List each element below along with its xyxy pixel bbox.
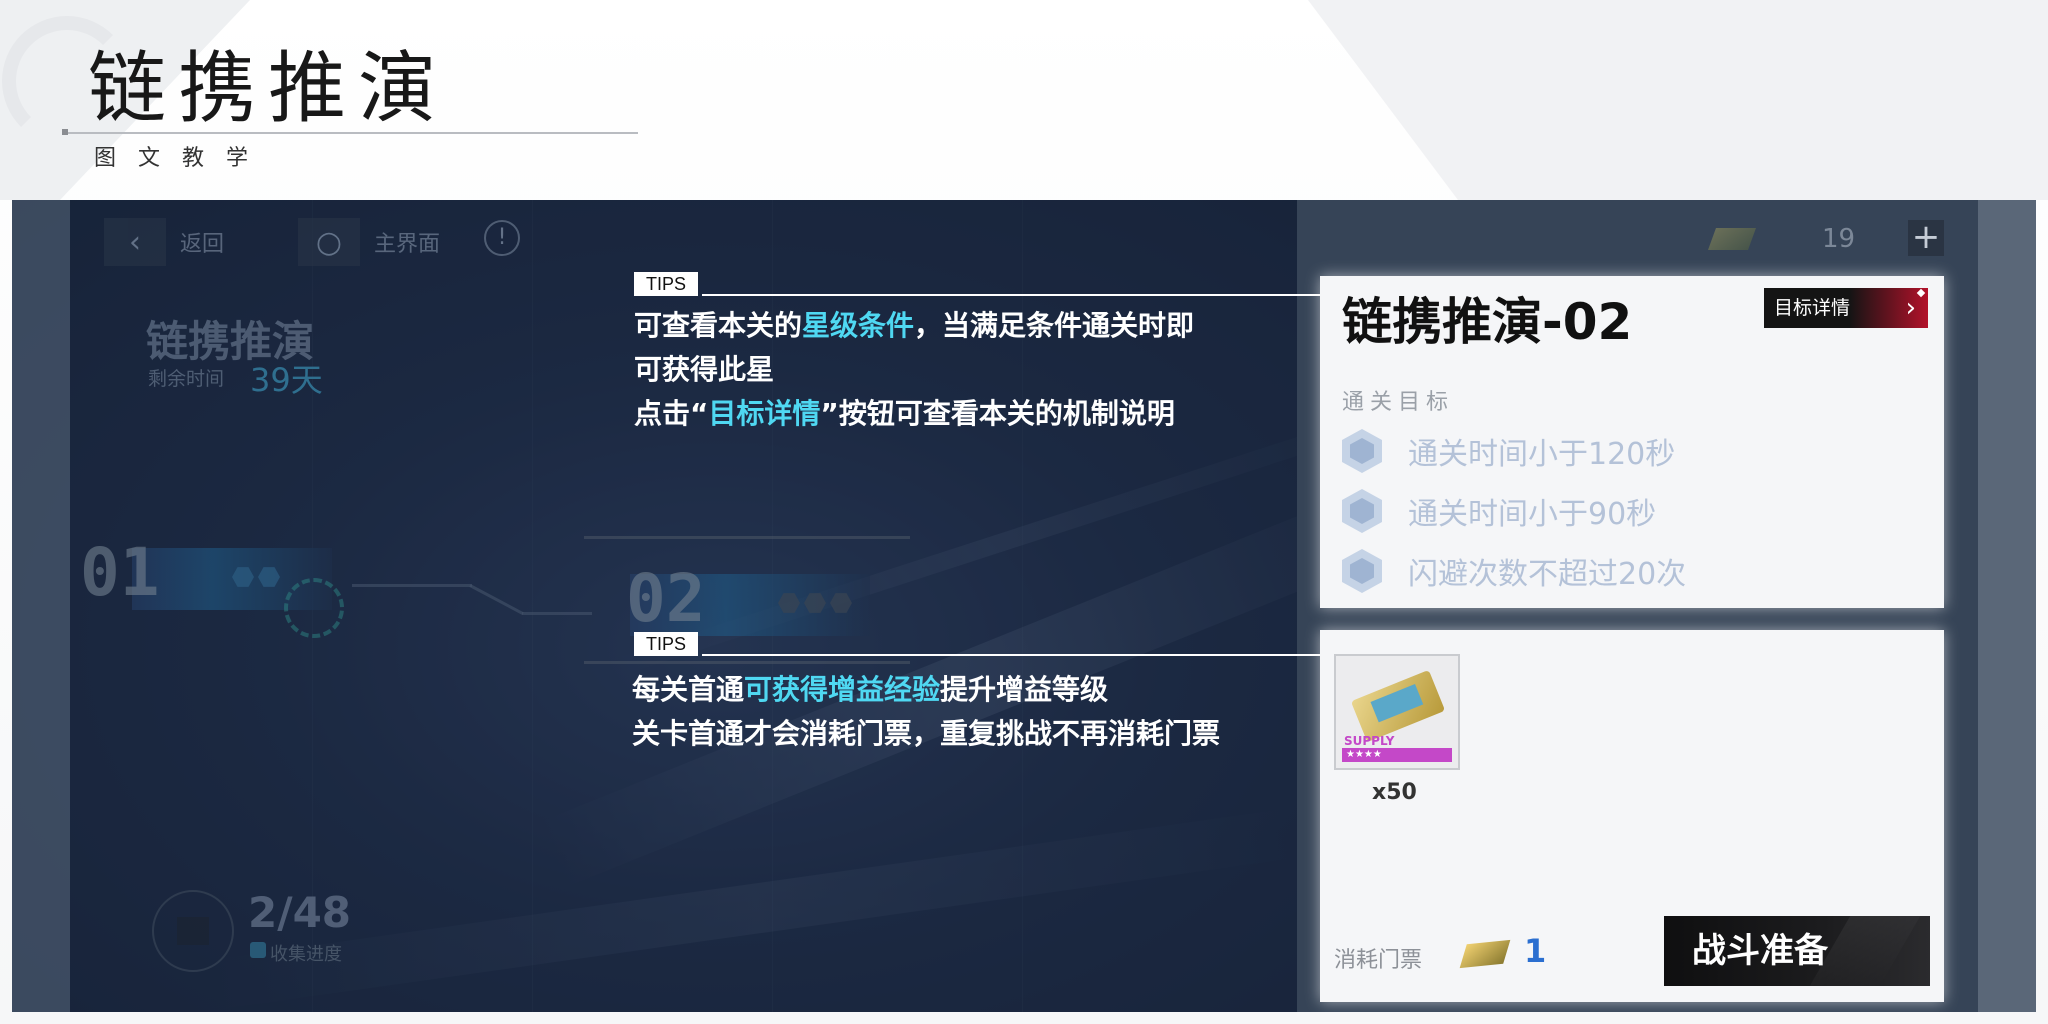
tips-text-line: 关卡首通才会消耗门票，重复挑战不再消耗门票 — [632, 717, 1221, 750]
tips-text: 提升增益等级 — [940, 673, 1109, 706]
home-circle-icon: ○ — [298, 218, 360, 266]
tips-text: 点击“ — [634, 397, 709, 430]
tips-text-line: 点击“目标详情”按钮可查看本关的机制说明 — [634, 392, 1175, 436]
tips-text: 可查看本关的 — [634, 309, 803, 342]
back-label: 返回 — [180, 232, 225, 257]
home-button[interactable]: ○ 主界面 — [298, 218, 440, 266]
ticket-currency-icon — [1707, 228, 1757, 250]
back-button[interactable]: ‹ 返回 — [104, 218, 224, 266]
objective-text: 闪避次数不超过20次 — [1408, 557, 1687, 592]
reward-item-slot[interactable]: SUPPLY ★★★★ — [1334, 654, 1460, 770]
ticket-cost-label: 消耗门票 — [1334, 948, 1423, 973]
tips-text-line: 可获得此星 — [634, 353, 775, 386]
tips-text-line: 每关首通可获得增益经验提升增益等级 — [632, 668, 1108, 712]
objective-text: 通关时间小于120秒 — [1408, 437, 1676, 472]
tips-highlight: 目标详情 — [708, 397, 821, 430]
remaining-time-label: 剩余时间 — [148, 368, 225, 390]
objective-row: 通关时间小于90秒 — [1342, 486, 1656, 536]
tips-text: ”按钮可查看本关的机制说明 — [820, 397, 1175, 430]
info-alert-icon[interactable]: ! — [484, 220, 520, 256]
tips-text: ，当满足条件通关时即 — [914, 309, 1195, 342]
stage-number-02: 02 — [626, 560, 706, 637]
side-strip-left — [12, 200, 70, 1012]
star-hexagon-icon — [1342, 429, 1382, 473]
stage-number-01: 01 — [80, 534, 160, 611]
exp-ticket-icon — [1350, 669, 1446, 743]
stage-connector — [352, 584, 472, 587]
star-hexagon-icon — [1342, 489, 1382, 533]
tips-highlight: 可获得增益经验 — [744, 673, 941, 706]
stage-node-ring-icon — [284, 578, 344, 638]
side-strip-right — [1978, 200, 2036, 1012]
ticket-cost-value: 1 — [1524, 932, 1547, 970]
collection-dot-icon — [250, 942, 266, 958]
page-title: 链携推演 — [88, 44, 449, 134]
remaining-time-value: 39天 — [250, 361, 323, 399]
objective-details-label: 目标详情 — [1774, 297, 1851, 319]
star-hexagon-icon — [1342, 549, 1382, 593]
stage-objectives-card: 链携推演-02 目标详情 › 通关目标 通关时间小于120秒 通关时间小于90秒… — [1320, 276, 1944, 608]
currency-amount: 19 — [1822, 224, 1856, 254]
chevron-left-icon: ‹ — [104, 218, 166, 266]
reward-item-quantity: x50 — [1372, 780, 1417, 805]
page-subtitle: 图文教学 — [94, 146, 271, 171]
objective-text: 通关时间小于90秒 — [1408, 497, 1657, 532]
title-divider — [64, 132, 638, 134]
chevron-right-icon: › — [1905, 293, 1916, 323]
collection-label: 收集进度 — [270, 944, 342, 965]
tips-leader-line — [702, 294, 1320, 296]
home-label: 主界面 — [374, 232, 441, 257]
item-rarity-tag: SUPPLY — [1344, 734, 1395, 748]
game-screenshot: ‹ 返回 ○ 主界面 ! 链携推演 剩余时间 39天 01 02 2/48 收集… — [12, 200, 2036, 1012]
collection-progress: 2/48 — [248, 888, 352, 937]
stage-name: 链携推演-02 — [1342, 293, 1633, 351]
battle-prepare-button[interactable]: 战斗准备 — [1664, 916, 1930, 986]
collection-box-icon[interactable] — [152, 890, 234, 972]
add-currency-button[interactable]: + — [1908, 220, 1944, 256]
item-rarity-bar: ★★★★ — [1342, 748, 1452, 762]
objective-details-button[interactable]: 目标详情 › — [1764, 288, 1928, 328]
title-divider-dot — [62, 129, 68, 135]
tips-leader-line — [702, 654, 1320, 656]
ticket-cost-icon — [1459, 939, 1511, 969]
sparkle-icon — [1916, 288, 1926, 298]
objective-row: 通关时间小于120秒 — [1342, 426, 1675, 476]
tips-text: 每关首通 — [632, 673, 745, 706]
tips-tag: TIPS — [634, 632, 699, 656]
objectives-heading: 通关目标 — [1342, 390, 1455, 415]
objective-row: 闪避次数不超过20次 — [1342, 546, 1686, 596]
tips-text-line: 可查看本关的星级条件，当满足条件通关时即 — [634, 304, 1194, 348]
tips-highlight: 星级条件 — [802, 309, 915, 342]
stage-rewards-card: SUPPLY ★★★★ x50 消耗门票 1 战斗准备 — [1320, 630, 1944, 1002]
tips-tag: TIPS — [634, 272, 699, 296]
stage-connector — [522, 612, 592, 615]
